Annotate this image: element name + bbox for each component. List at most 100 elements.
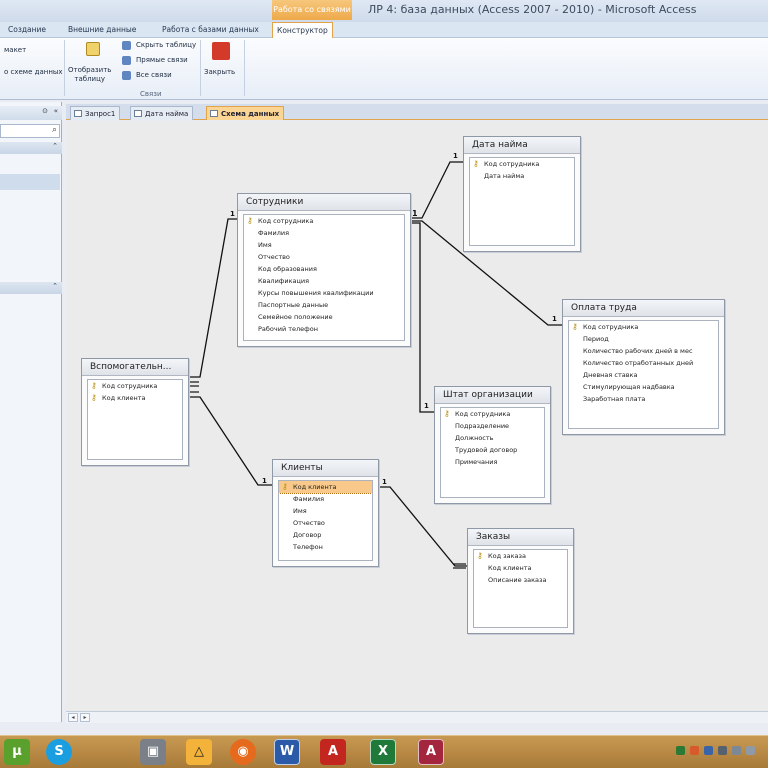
field-row[interactable]: Примечания — [441, 456, 544, 468]
field-row[interactable]: Заработная плата — [569, 393, 718, 405]
field-row[interactable]: Период — [569, 333, 718, 345]
nav-group-queries[interactable]: ⌃ — [0, 282, 62, 294]
hide-table-button[interactable]: Скрыть таблицу — [136, 41, 196, 49]
table-zakazy[interactable]: Заказы ⚷ Код заказа Код клиента Описание … — [467, 528, 574, 634]
firefox-icon[interactable]: ◉ — [230, 739, 256, 765]
field-row[interactable]: Имя — [279, 505, 372, 517]
table-title[interactable]: Сотрудники — [238, 194, 410, 211]
field-row[interactable]: Рабочий телефон — [244, 323, 404, 335]
field-row[interactable]: ⚷ Код сотрудника — [470, 158, 574, 170]
field-row[interactable]: Паспортные данные — [244, 299, 404, 311]
direct-links-button[interactable]: Прямые связи — [136, 56, 188, 64]
table-vspomogatelnaya[interactable]: Вспомогательн... ⚷ Код сотрудника ⚷ Код кл… — [81, 358, 189, 466]
horizontal-scrollbar[interactable]: ◂ ▸ — [66, 711, 768, 723]
table-klienty[interactable]: Клиенты ⚷ Код клиента Фамилия Имя Отчеств… — [272, 459, 379, 567]
skype-icon[interactable]: S — [46, 739, 72, 765]
table-title[interactable]: Клиенты — [273, 460, 378, 477]
nav-group-tables[interactable]: ⌃ — [0, 142, 62, 154]
field-row[interactable]: ⚷ Код сотрудника — [244, 215, 404, 227]
tab-design[interactable]: Конструктор — [272, 22, 333, 39]
table-oplata-truda[interactable]: Оплата труда ⚷ Код сотрудника Период Коли… — [562, 299, 725, 435]
field-row[interactable]: Отчество — [244, 251, 404, 263]
all-links-button[interactable]: Все связи — [136, 71, 172, 79]
tab-create[interactable]: Создание — [4, 22, 50, 38]
scroll-right-button[interactable]: ▸ — [80, 713, 90, 722]
tray-icon[interactable] — [746, 746, 755, 755]
field-list[interactable]: ⚷ Код сотрудника Фамилия Имя Отчество Код… — [243, 214, 405, 341]
table-sotrudniki[interactable]: Сотрудники ⚷ Код сотрудника Фамилия Имя О… — [237, 193, 411, 347]
word-icon[interactable]: W — [274, 739, 300, 765]
ribbon-tabs: Создание Внешние данные Работа с базами … — [0, 22, 768, 39]
doc-tab-relationships[interactable]: Схема данных — [206, 106, 285, 120]
nav-selected-item[interactable] — [0, 174, 60, 190]
field-row[interactable]: Семейное положение — [244, 311, 404, 323]
triangle-app-icon[interactable]: △ — [186, 739, 212, 765]
utorrent-icon[interactable]: µ — [4, 739, 30, 765]
field-row[interactable]: Количество рабочих дней в мес — [569, 345, 718, 357]
doc-tab-hire-date[interactable]: Дата найма — [130, 106, 194, 120]
table-title[interactable]: Дата найма — [464, 137, 580, 154]
hide-table-icon — [122, 41, 131, 50]
field-row[interactable]: Телефон — [279, 541, 372, 553]
table-title[interactable]: Вспомогательн... — [82, 359, 188, 376]
nav-collapse-icon[interactable]: ⊙ — [42, 107, 48, 115]
acrobat-icon[interactable]: A — [320, 739, 346, 765]
field-row[interactable]: Отчество — [279, 517, 372, 529]
all-links-icon — [122, 71, 131, 80]
field-row[interactable]: Подразделение — [441, 420, 544, 432]
field-row-selected[interactable]: ⚷ Код клиента — [279, 481, 372, 494]
tray-icon[interactable] — [704, 746, 713, 755]
media-icon[interactable]: ▣ — [140, 739, 166, 765]
field-row[interactable]: Стимулирующая надбавка — [569, 381, 718, 393]
field-row[interactable]: Курсы повышения квалификации — [244, 287, 404, 299]
table-data-naima[interactable]: Дата найма ⚷ Код сотрудника Дата найма — [463, 136, 581, 252]
key-icon: ⚷ — [572, 322, 578, 331]
relationship-report-button[interactable]: о схеме данных — [4, 68, 63, 76]
table-title[interactable]: Оплата труда — [563, 300, 724, 317]
field-row[interactable]: Дата найма — [470, 170, 574, 182]
field-row[interactable]: Дневная ставка — [569, 369, 718, 381]
field-row[interactable]: Имя — [244, 239, 404, 251]
clear-layout-button[interactable]: макет — [4, 46, 26, 54]
tab-database-tools[interactable]: Работа с базами данных — [158, 22, 263, 38]
field-row[interactable]: Код клиента — [474, 562, 567, 574]
tray-icon[interactable] — [732, 746, 741, 755]
field-row[interactable]: ⚷ Код сотрудника — [441, 408, 544, 420]
field-row[interactable]: Количество отработанных дней — [569, 357, 718, 369]
field-name: Код клиента — [488, 564, 532, 572]
nav-header[interactable]: ⊙ « — [0, 106, 62, 120]
tray-icon[interactable] — [718, 746, 727, 755]
field-row[interactable]: ⚷ Код заказа — [474, 550, 567, 562]
tray-icon[interactable] — [676, 746, 685, 755]
field-list[interactable]: ⚷ Код сотрудника Период Количество рабочи… — [568, 320, 719, 429]
tray-icon[interactable] — [690, 746, 699, 755]
field-list[interactable]: ⚷ Код заказа Код клиента Описание заказа — [473, 549, 568, 628]
field-row[interactable]: Фамилия — [244, 227, 404, 239]
field-row[interactable]: Фамилия — [279, 493, 372, 505]
field-row[interactable]: Описание заказа — [474, 574, 567, 586]
nav-search-input[interactable]: ⌕ — [0, 124, 60, 138]
field-row[interactable]: Код образования — [244, 263, 404, 275]
field-list[interactable]: ⚷ Код сотрудника Дата найма — [469, 157, 575, 246]
scroll-left-button[interactable]: ◂ — [68, 713, 78, 722]
field-row[interactable]: ⚷ Код клиента — [88, 392, 182, 404]
field-row[interactable]: ⚷ Код сотрудника — [88, 380, 182, 392]
field-list[interactable]: ⚷ Код клиента Фамилия Имя Отчество Догово… — [278, 480, 373, 561]
table-shtat-organizacii[interactable]: Штат организации ⚷ Код сотрудника Подразд… — [434, 386, 551, 504]
table-title[interactable]: Заказы — [468, 529, 573, 546]
doc-tab-query1[interactable]: Запрос1 — [70, 106, 121, 120]
field-row[interactable]: Трудовой договор — [441, 444, 544, 456]
field-list[interactable]: ⚷ Код сотрудника ⚷ Код клиента — [87, 379, 183, 460]
field-row[interactable]: Квалификация — [244, 275, 404, 287]
tab-external-data[interactable]: Внешние данные — [64, 22, 140, 38]
excel-icon[interactable]: X — [370, 739, 396, 765]
field-list[interactable]: ⚷ Код сотрудника Подразделение Должность … — [440, 407, 545, 498]
field-row[interactable]: ⚷ Код сотрудника — [569, 321, 718, 333]
show-table-button[interactable]: Отобразить таблицу — [68, 66, 111, 84]
nav-close-icon[interactable]: « — [54, 107, 58, 115]
field-row[interactable]: Должность — [441, 432, 544, 444]
close-button[interactable]: Закрыть — [204, 68, 235, 76]
field-row[interactable]: Договор — [279, 529, 372, 541]
access-icon[interactable]: A — [418, 739, 444, 765]
table-title[interactable]: Штат организации — [435, 387, 550, 404]
